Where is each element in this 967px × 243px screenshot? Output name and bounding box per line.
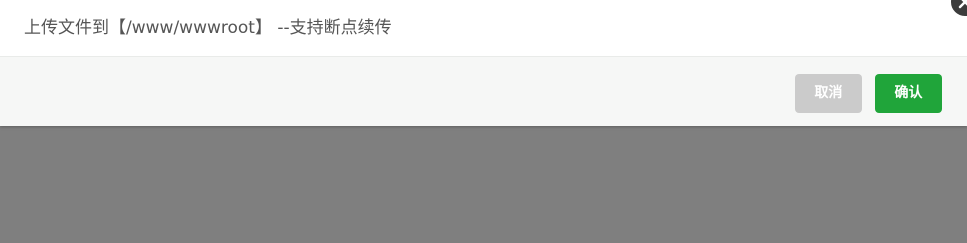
dialog-footer: 取消 确认 [0,57,967,126]
upload-dialog: 上传文件到【/www/wwwroot】 --支持断点续传 取消 确认 [0,0,967,126]
cancel-button[interactable]: 取消 [795,74,862,113]
dialog-title: 上传文件到【/www/wwwroot】 --支持断点续传 [24,18,392,38]
close-icon [958,0,967,9]
page-overlay: 上传文件到【/www/wwwroot】 --支持断点续传 取消 确认 [0,0,967,243]
dialog-header: 上传文件到【/www/wwwroot】 --支持断点续传 [0,0,967,57]
confirm-button[interactable]: 确认 [875,74,942,113]
